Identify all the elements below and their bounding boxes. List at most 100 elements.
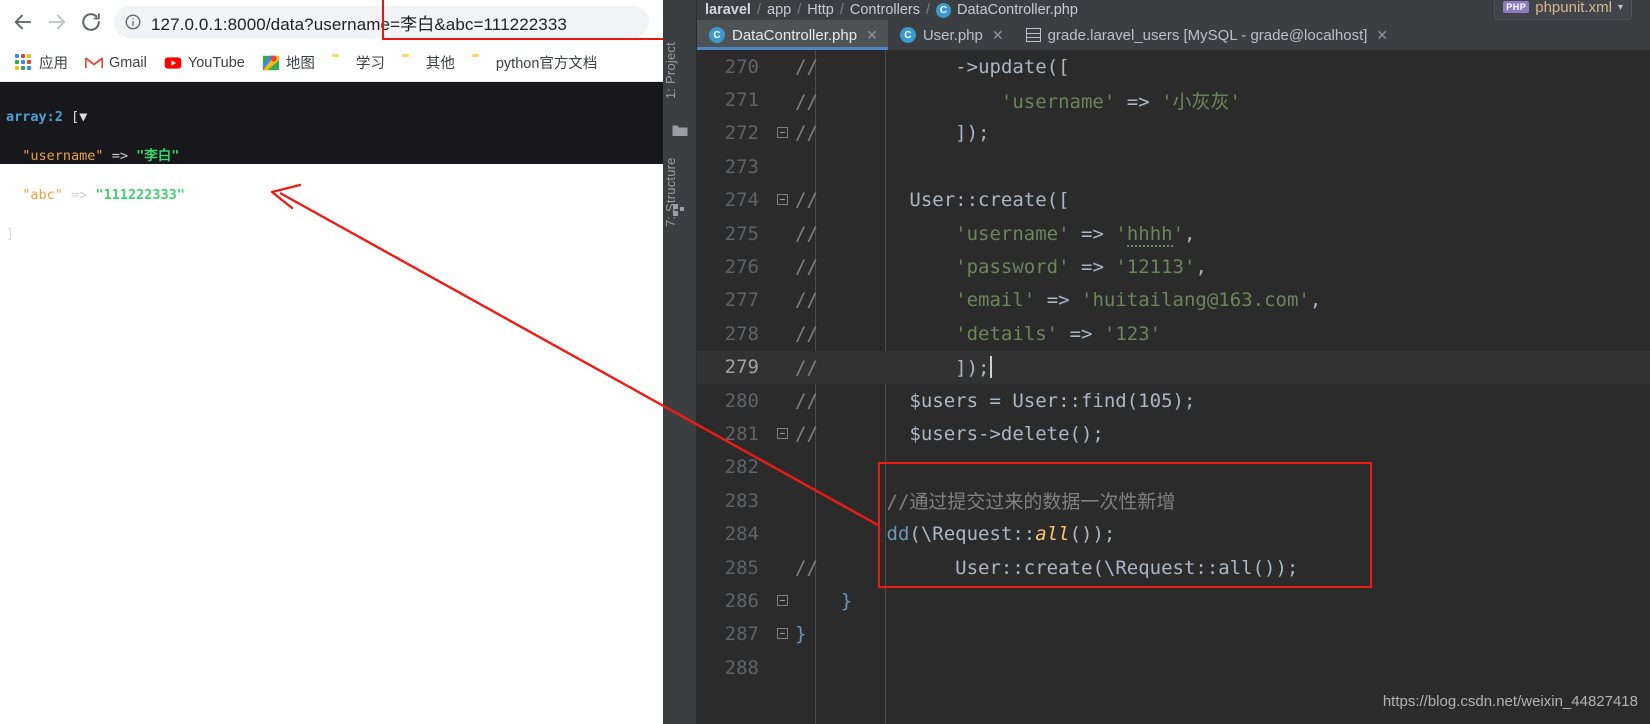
line-number: 286 <box>724 589 759 612</box>
fold-gutter[interactable] <box>769 594 795 608</box>
bookmark-folder-study[interactable]: 学习 <box>325 48 392 77</box>
tab-user-php[interactable]: C User.php ✕ <box>888 20 1014 50</box>
dump-type: array:2 <box>6 108 63 125</box>
breadcrumb-separator: / <box>839 2 844 18</box>
dump-arrow: => <box>71 186 88 203</box>
folder-icon <box>472 54 490 72</box>
breadcrumb-separator: / <box>756 2 761 18</box>
bookmark-apps[interactable]: 应用 <box>8 48 75 77</box>
code-line[interactable]: 275 // 'username' => 'hhhh', <box>697 217 1650 250</box>
line-number: 279 <box>724 356 759 379</box>
code-editor[interactable]: 270 // ->update([ 271 // 'username' => '… <box>697 50 1650 724</box>
address-bar[interactable]: 127.0.0.1:8000/data?username=李白&abc=1112… <box>114 0 663 40</box>
breadcrumb-item-controllers[interactable]: Controllers <box>850 2 920 18</box>
youtube-icon <box>164 54 182 72</box>
bookmark-label: python官方文档 <box>495 56 598 72</box>
code-content: // $users->delete(); <box>795 422 1104 445</box>
breadcrumb-item-app[interactable]: app <box>767 2 791 18</box>
collapse-caret-icon[interactable]: ▼ <box>79 109 87 125</box>
line-number: 271 <box>724 89 759 112</box>
code-line[interactable]: 271 // 'username' => '小灰灰' <box>697 83 1650 116</box>
bookmarks-bar: 应用 Gmail YouTube 地图 学习 其他 python官方文档 <box>0 44 663 82</box>
code-content: dd(\Request::all()); <box>886 523 1116 546</box>
code-line[interactable]: 285 // User::create(\Request::all()); <box>697 551 1650 584</box>
dump-header: array:2 [▼ <box>6 108 653 128</box>
bookmark-folder-other[interactable]: 其他 <box>395 48 462 77</box>
code-content: // 'email' => 'huitailang@163.com', <box>795 289 1322 312</box>
code-line[interactable]: 281 // $users->delete(); <box>697 417 1650 450</box>
forward-button[interactable] <box>40 5 74 39</box>
close-icon[interactable]: ✕ <box>1376 27 1388 44</box>
bookmark-folder-python-docs[interactable]: python官方文档 <box>465 48 605 77</box>
code-content: // $users = User::find(105); <box>795 389 1196 412</box>
code-line[interactable]: 272 // ]); <box>697 117 1650 150</box>
fold-gutter[interactable] <box>769 627 795 641</box>
code-line[interactable]: 284 dd(\Request::all()); <box>697 517 1650 550</box>
code-line[interactable]: 282 <box>697 451 1650 484</box>
breadcrumb-separator: / <box>925 2 930 18</box>
breadcrumb-root[interactable]: laravel <box>705 2 751 18</box>
close-icon[interactable]: ✕ <box>992 27 1004 44</box>
close-icon[interactable]: ✕ <box>866 27 878 44</box>
code-line-current[interactable]: 279 // ]); <box>697 350 1650 384</box>
code-line[interactable]: 276 // 'password' => '12113', <box>697 250 1650 283</box>
code-line[interactable]: 286 } <box>697 584 1650 617</box>
text-caret <box>989 355 992 378</box>
structure-icon <box>672 202 688 216</box>
code-line[interactable]: 277 // 'email' => 'huitailang@163.com', <box>697 284 1650 317</box>
code-content: // User::create([ <box>795 189 1070 212</box>
tab-label: User.php <box>922 26 983 44</box>
code-line[interactable]: 274 // User::create([ <box>697 184 1650 217</box>
tab-datacontroller-php[interactable]: C DataController.php ✕ <box>697 20 888 50</box>
fold-gutter[interactable] <box>769 427 795 441</box>
breadcrumb-item-file[interactable]: DataController.php <box>957 2 1078 18</box>
code-content: // 'username' => 'hhhh', <box>795 222 1196 247</box>
laravel-dd-output: array:2 [▼ "username" => "李白" "abc" => "… <box>0 82 663 242</box>
code-line[interactable]: 288 <box>697 651 1650 684</box>
breadcrumb-separator: / <box>797 2 802 18</box>
fold-gutter[interactable] <box>769 193 795 207</box>
reload-button[interactable] <box>74 5 108 39</box>
bookmark-maps[interactable]: 地图 <box>255 48 322 77</box>
line-number: 277 <box>724 289 759 312</box>
line-number: 278 <box>724 322 759 345</box>
editor-tab-bar: C DataController.php ✕ C User.php ✕ grad… <box>697 20 1650 50</box>
breadcrumb-item-http[interactable]: Http <box>807 2 834 18</box>
watermark: https://blog.csdn.net/weixin_44827418 <box>1382 693 1638 710</box>
code-line[interactable]: 273 <box>697 150 1650 183</box>
tab-label: DataController.php <box>732 26 858 44</box>
line-number: 276 <box>724 256 759 279</box>
tab-grade-laravel-users[interactable]: grade.laravel_users [MySQL - grade@local… <box>1014 20 1399 50</box>
code-line[interactable]: 283 //通过提交过来的数据一次性新增 <box>697 484 1650 517</box>
run-configuration-selector[interactable]: PHP phpunit.xml ▾ <box>1494 0 1632 20</box>
code-content: } <box>840 589 853 612</box>
chevron-down-icon[interactable]: ▾ <box>1618 2 1623 13</box>
code-line[interactable]: 270 // ->update([ <box>697 50 1650 83</box>
php-class-icon: C <box>936 2 951 18</box>
code-content: // ]); <box>795 355 992 379</box>
tool-window-strip: 1: Project 7: Structure <box>663 0 697 724</box>
back-button[interactable] <box>6 5 40 39</box>
code-line[interactable]: 278 // 'details' => '123' <box>697 317 1650 350</box>
code-line[interactable]: 280 // $users = User::find(105); <box>697 384 1650 417</box>
project-folder-icon <box>672 122 688 136</box>
code-content: // 'username' => '小灰灰' <box>795 90 1241 113</box>
line-number: 288 <box>724 656 759 679</box>
code-content: // 'password' => '12113', <box>795 256 1207 279</box>
fold-gutter[interactable] <box>769 126 795 140</box>
dump-close-bracket: ] <box>6 225 15 242</box>
bookmark-label: Gmail <box>109 54 147 71</box>
line-number: 282 <box>724 456 759 479</box>
tool-window-structure[interactable]: 7: Structure <box>663 140 697 244</box>
phpstorm-window: 1: Project 7: Structure laravel / app / … <box>663 0 1650 724</box>
code-line[interactable]: 287 } <box>697 618 1650 651</box>
bookmark-youtube[interactable]: YouTube <box>157 50 252 76</box>
code-content: //通过提交过来的数据一次性新增 <box>886 491 1176 514</box>
site-info-icon[interactable] <box>124 13 142 31</box>
tool-window-project[interactable]: 1: Project <box>663 28 697 114</box>
database-table-icon <box>1025 28 1041 42</box>
bookmark-label: 学习 <box>355 56 385 72</box>
apps-grid-icon <box>15 53 33 72</box>
code-content: // ->update([ <box>795 55 1070 78</box>
bookmark-gmail[interactable]: Gmail <box>78 50 154 76</box>
